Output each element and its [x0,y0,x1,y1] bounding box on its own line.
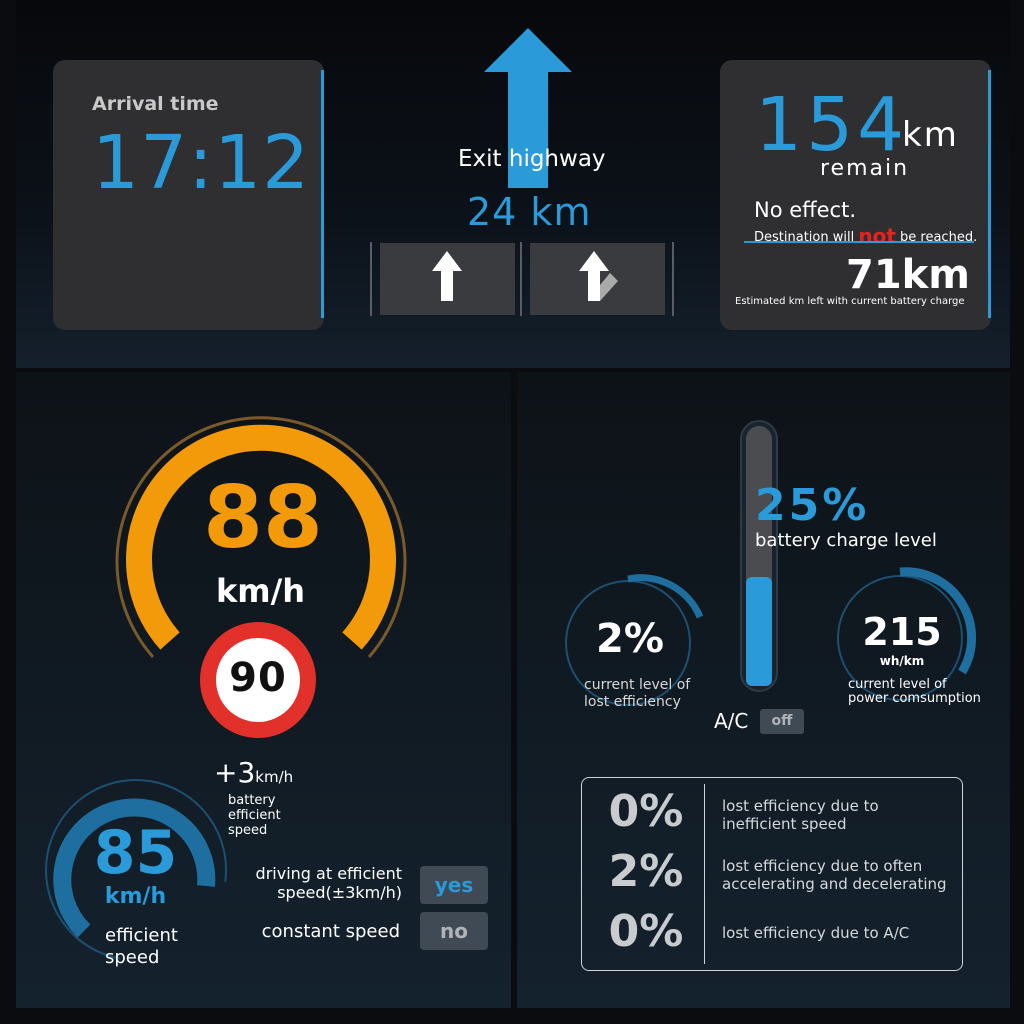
lane-exit-arrow-icon [579,251,618,301]
current-speed-unit: km/h [215,572,306,610]
power-label-line1: current level of [848,677,947,692]
power-consumption-value: 215 [862,610,942,654]
efficient-speed-value: 85 [93,818,178,888]
loss-speed-percent: 0% [608,786,684,837]
lost-efficiency-label: current level of lost efficiency [584,677,690,711]
efficient-speed-unit: km/h [104,884,167,909]
battery-efficient-label: battery efficient speed [228,793,281,838]
lane-straight-arrow-icon [432,251,462,301]
lost-efficiency-label-line1: current level of [584,677,691,693]
destination-not: not [858,224,896,248]
power-consumption-unit: wh/km [879,654,925,668]
loss-speed-desc-line1: lost efficiency due to [722,797,879,815]
battery-label: battery charge level [755,530,937,551]
driving-efficient-label: driving at efficient speed(±3km/h) [255,864,402,902]
power-consumption-label: current level of power comsumption [848,678,981,706]
lost-efficiency-label-line2: lost efficiency [584,694,681,710]
lane-straight-exit [530,243,665,315]
battery-level-bar [740,420,778,692]
loss-acceleration-percent: 2% [608,846,684,897]
loss-acceleration-desc-line1: lost efficiency due to often [722,857,923,875]
power-label-line2: power comsumption [848,691,981,706]
ac-toggle[interactable]: off [760,709,804,734]
loss-breakdown-divider [704,784,705,964]
battery-efficient-delta-unit: km/h [255,768,294,786]
destination-warning: Destination will not be reached. [754,224,977,248]
arrival-time-value: 17:12 [92,120,311,206]
loss-ac-desc-line1: lost efficiency due to A/C [722,924,910,942]
range-divider [744,241,974,243]
nav-instruction: Exit highway [458,146,606,172]
lost-efficiency-value: 2% [596,616,664,662]
current-speed-value: 88 [203,468,323,568]
loss-acceleration-desc-line2: accelerating and decelerating [722,875,947,893]
estimated-km-value: 71km [846,252,970,298]
remaining-distance-unit: km [902,115,959,155]
effect-title: No effect. [754,198,856,222]
speed-limit-value: 90 [229,655,287,701]
constant-speed-label: constant speed [261,921,400,942]
constant-speed-toggle[interactable]: no [420,912,488,950]
loss-speed-desc-line2: inefficient speed [722,815,847,833]
estimated-km-label: Estimated km left with current battery c… [735,296,965,307]
loss-ac-desc: lost efficiency due to A/C [722,924,952,942]
lane-divider [520,242,522,316]
lane-straight [380,243,515,315]
nav-distance: 24 km [467,190,592,234]
loss-ac-percent: 0% [608,906,684,957]
loss-speed-desc: lost efficiency due to inefficient speed [722,797,952,833]
battery-percent: 25% [755,480,870,531]
range-card-accent [988,70,991,318]
remaining-label: remain [820,156,910,181]
lane-divider [672,242,674,316]
driving-efficient-toggle[interactable]: yes [420,866,488,904]
arrival-card-accent [321,70,324,318]
loss-acceleration-desc: lost efficiency due to often accelerating… [722,857,952,893]
efficient-speed-label: efficient speed [105,925,178,968]
arrival-time-label: Arrival time [92,93,219,115]
lane-divider [370,242,372,316]
